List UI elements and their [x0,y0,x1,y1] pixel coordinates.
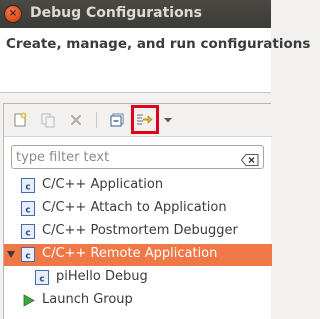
toolbar-separator [96,112,97,128]
highlight-frame [131,105,159,134]
filter-input[interactable] [16,148,236,166]
tree-item-label: C/C++ Remote Application [42,246,218,261]
duplicate-icon [41,113,55,128]
dialog-header: Create, manage, and run configurations [0,28,310,93]
window-titlebar: × Debug Configurations [0,0,271,28]
filter-field[interactable] [11,145,264,169]
tree-item-label: piHello Debug [56,269,148,284]
c-config-icon: c [21,201,35,216]
duplicate-button[interactable] [38,110,58,130]
window-title: Debug Configurations [30,5,202,21]
collapse-all-icon [110,113,124,127]
tree-item-label: C/C++ Attach to Application [42,200,227,215]
dialog-header-title: Create, manage, and run configurations [6,36,311,52]
collapse-all-button[interactable] [107,110,127,130]
launch-group-icon [23,294,35,307]
delete-icon [70,114,82,126]
delete-button[interactable] [66,110,86,130]
tree-item-c-cpp-remote-application[interactable]: c C/C++ Remote Application [4,244,272,266]
clear-filter-button[interactable] [240,151,259,166]
svg-text:c: c [25,206,30,216]
tree-item-label: Launch Group [42,292,133,307]
svg-text:c: c [25,252,30,262]
c-config-icon: c [35,270,49,285]
new-launch-configuration-icon [14,112,27,127]
panel-toolbar [4,104,272,137]
svg-text:c: c [25,229,30,239]
svg-text:c: c [39,275,44,285]
c-config-icon: c [21,224,35,239]
tree-item-c-cpp-application[interactable]: c C/C++ Application [4,175,272,197]
clear-icon [240,154,259,166]
tree-item-c-cpp-attach[interactable]: c C/C++ Attach to Application [4,198,272,220]
tree-item-pihello-debug[interactable]: c piHello Debug [4,267,272,289]
new-configuration-button[interactable] [10,110,30,130]
chevron-down-icon [164,118,172,123]
window-close-button[interactable]: × [5,6,21,22]
c-config-icon: c [21,178,35,193]
svg-text:c: c [25,183,30,193]
tree-item-label: C/C++ Postmortem Debugger [42,223,238,238]
view-menu-button[interactable] [161,110,175,130]
tree-item-launch-group[interactable]: Launch Group [4,290,272,312]
launch-configurations-panel: c C/C++ Application c C/C++ Attach to Ap… [3,103,272,319]
c-config-icon: c [21,247,35,262]
expand-collapse-toggle[interactable] [7,251,15,258]
tree-item-label: C/C++ Application [42,177,164,192]
tree-item-c-cpp-postmortem[interactable]: c C/C++ Postmortem Debugger [4,221,272,243]
